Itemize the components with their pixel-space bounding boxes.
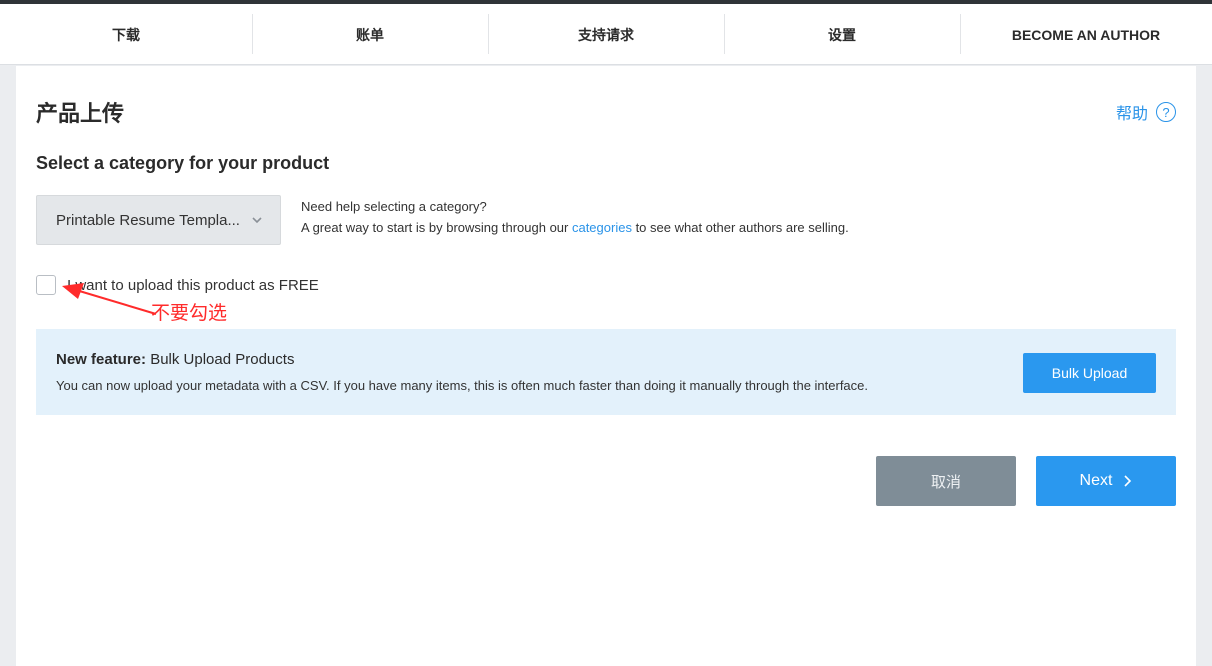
category-help-line2: A great way to start is by browsing thro… [301, 217, 849, 238]
category-heading: Select a category for your product [36, 153, 330, 173]
feature-description: You can now upload your metadata with a … [56, 378, 869, 393]
next-button[interactable]: Next [1036, 456, 1176, 506]
help-label: 帮助 [1115, 106, 1148, 123]
categories-link[interactable]: categories [572, 220, 632, 235]
feature-title-bold: New feature: [56, 351, 147, 368]
nav-item-support-requests[interactable]: 支持请求 [488, 4, 724, 65]
nav-item-downloads[interactable]: 下载 [0, 4, 252, 65]
bulk-upload-button[interactable]: Bulk Upload [1023, 353, 1156, 393]
category-help-text: Need help selecting a category? A great … [301, 196, 849, 238]
question-circle-icon: ? [1156, 102, 1176, 122]
account-nav: 下载 账单 支持请求 设置 BECOME AN AUTHOR [0, 4, 1212, 65]
nav-item-settings[interactable]: 设置 [724, 4, 960, 65]
upload-panel: 产品上传 帮助 ? Select a category for your pro… [16, 66, 1196, 666]
bulk-upload-banner: New feature: Bulk Upload Products You ca… [36, 329, 1176, 415]
feature-title-rest: Bulk Upload Products [146, 351, 295, 368]
help-link[interactable]: 帮助 ? [1116, 100, 1176, 124]
category-help-prefix: A great way to start is by browsing thro… [301, 220, 572, 235]
nav-item-become-author[interactable]: BECOME AN AUTHOR [960, 4, 1212, 65]
category-select[interactable]: Printable Resume Templa... [36, 195, 281, 245]
chevron-right-icon [1124, 475, 1132, 487]
category-help-suffix: to see what other authors are selling. [631, 220, 849, 235]
annotation-text: 不要勾选 [151, 303, 228, 324]
next-button-label: Next [1079, 472, 1113, 489]
nav-item-billing[interactable]: 账单 [252, 4, 488, 65]
page-title: 产品上传 [36, 101, 125, 126]
chevron-down-icon [252, 217, 262, 224]
category-selected-value: Printable Resume Templa... [56, 211, 240, 229]
cancel-button[interactable]: 取消 [876, 456, 1016, 506]
category-help-line1: Need help selecting a category? [301, 199, 487, 214]
feature-title: New feature: Bulk Upload Products [56, 351, 294, 368]
free-upload-checkbox[interactable] [36, 275, 56, 295]
